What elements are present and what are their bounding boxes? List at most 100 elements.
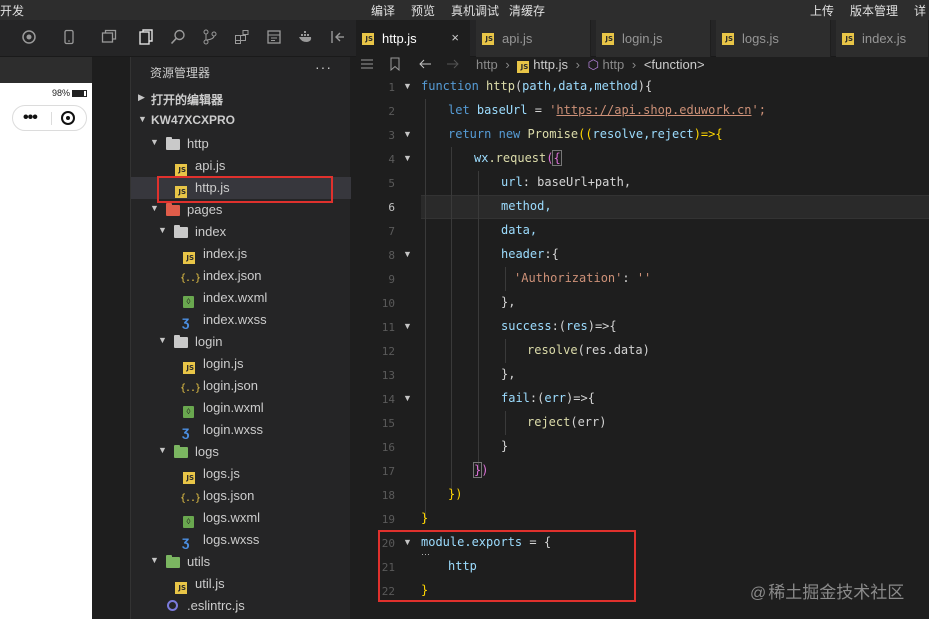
folder-icon (166, 203, 180, 216)
breadcrumb-item[interactable]: http (476, 57, 498, 72)
tree-folder-index[interactable]: ▼ index (131, 221, 351, 243)
record-icon[interactable] (21, 29, 37, 45)
js-file-icon: JS (602, 33, 614, 45)
menu-version-management[interactable]: 版本管理 (850, 2, 898, 19)
back-arrow-icon[interactable] (417, 57, 433, 73)
tree-file-login-wxss[interactable]: ʒ login.wxss (131, 419, 351, 441)
chevron-down-icon: ▼ (150, 203, 159, 213)
tree-file-login-wxml[interactable]: ◊ login.wxml (131, 397, 351, 419)
collapse-panel-icon[interactable] (330, 29, 346, 45)
fold-chevron-icon[interactable]: ▼ (403, 153, 412, 163)
code-line-16: } (501, 439, 509, 453)
code-line-5: url: baseUrl+path, (501, 175, 632, 189)
js-file-icon: JS (183, 472, 195, 484)
menu-remote-debug[interactable]: 真机调试 (451, 2, 499, 19)
tree-file-login-js[interactable]: JS login.js (131, 353, 351, 375)
list-icon[interactable] (359, 57, 375, 73)
battery-icon (72, 90, 87, 97)
tab-login-js[interactable]: JS login.js (596, 20, 711, 57)
source-control-icon[interactable] (202, 29, 218, 45)
js-file-icon: JS (722, 33, 734, 45)
forward-arrow-icon[interactable] (445, 57, 461, 73)
line-number: 18 (381, 489, 395, 502)
line-number: 16 (381, 441, 395, 454)
wxml-file-icon: ◊ (183, 516, 194, 528)
code-line-17: }) (472, 462, 489, 478)
tree-folder-http[interactable]: ▼ http (131, 133, 351, 155)
tab-logs-js[interactable]: JS logs.js (716, 20, 831, 57)
open-editors-section[interactable]: ▶ 打开的编辑器 (131, 88, 351, 110)
tree-file-logs-wxml[interactable]: ◊ logs.wxml (131, 507, 351, 529)
menu-clear-cache[interactable]: 清缓存 (509, 2, 545, 19)
menu-preview[interactable]: 预览 (411, 2, 435, 19)
explorer-icon[interactable] (138, 29, 154, 45)
tab-index-js[interactable]: JS index.js (836, 20, 929, 57)
tab-api-js[interactable]: JS api.js (476, 20, 591, 57)
docker-icon[interactable] (298, 29, 314, 45)
breadcrumb-item[interactable]: <function> (644, 57, 705, 72)
tree-file-index-json[interactable]: {..} index.json (131, 265, 351, 287)
mini-program-capsule: ••• (12, 105, 87, 131)
tree-file-logs-js[interactable]: JS logs.js (131, 463, 351, 485)
fold-chevron-icon[interactable]: ▼ (403, 321, 412, 331)
fold-chevron-icon[interactable]: ▼ (403, 249, 412, 259)
tree-folder-login[interactable]: ▼ login (131, 331, 351, 353)
code-line-7: data, (501, 223, 538, 237)
code-line-6: method, (501, 199, 552, 213)
code-line-10: }, (501, 295, 516, 309)
editor-nav-toolbar (351, 57, 459, 73)
chevron-right-icon: › (505, 57, 510, 72)
line-number: 17 (381, 465, 395, 478)
menu-dev[interactable]: 开发 (0, 2, 24, 19)
menu-compile[interactable]: 编译 (371, 2, 395, 19)
line-number: 15 (381, 417, 395, 430)
line-number: 7 (388, 225, 395, 238)
tree-file-logs-wxss[interactable]: ʒ logs.wxss (131, 529, 351, 551)
debug-icon[interactable] (266, 29, 282, 45)
js-file-icon: JS (842, 33, 854, 45)
code-line-9: 'Authorization': '' (514, 271, 652, 285)
json-file-icon: {..} (180, 383, 201, 394)
fold-chevron-icon[interactable]: ▼ (403, 81, 412, 91)
phone-icon[interactable] (61, 29, 77, 45)
window-icon[interactable] (101, 29, 117, 45)
eslint-file-icon (167, 600, 178, 611)
tree-folder-logs[interactable]: ▼ logs (131, 441, 351, 463)
menu-upload[interactable]: 上传 (810, 2, 834, 19)
breadcrumb-item[interactable]: http.js (533, 57, 568, 72)
project-section[interactable]: ▼ KW47XCXPRO (131, 110, 351, 132)
close-icon[interactable]: × (451, 30, 459, 45)
bookmark-icon[interactable] (387, 57, 403, 73)
fold-chevron-icon[interactable]: ▼ (403, 129, 412, 139)
tab-http-js[interactable]: JS http.js × (356, 20, 470, 57)
line-number: 3 (388, 129, 395, 142)
menu-details[interactable]: 详 (914, 2, 926, 19)
folder-icon (166, 137, 180, 150)
tree-folder-utils[interactable]: ▼ utils (131, 551, 351, 573)
line-number: 5 (388, 177, 395, 190)
more-actions-icon[interactable]: ··· (315, 59, 332, 75)
breadcrumb-item[interactable]: http (603, 57, 625, 72)
code-line-2: let baseUrl = 'https://api.shop.eduwork.… (448, 103, 766, 117)
more-options-icon[interactable]: ••• (23, 109, 38, 127)
tree-file-index-wxss[interactable]: ʒ index.wxss (131, 309, 351, 331)
close-program-icon[interactable] (61, 111, 75, 125)
tree-file-util-js[interactable]: JS util.js (131, 573, 351, 595)
line-number: 14 (381, 393, 395, 406)
wxss-file-icon: ʒ (182, 533, 190, 549)
tree-file-login-json[interactable]: {..} login.json (131, 375, 351, 397)
js-file-icon: JS (175, 164, 187, 176)
code-line-12: resolve(res.data) (527, 343, 650, 357)
extensions-icon[interactable] (234, 29, 250, 45)
search-icon[interactable] (170, 29, 186, 45)
fold-chevron-icon[interactable]: ▼ (403, 393, 412, 403)
line-number: 11 (381, 321, 395, 334)
js-file-icon: JS (517, 61, 530, 73)
tree-file-api-js[interactable]: JS api.js (131, 155, 351, 177)
line-number: 13 (381, 369, 395, 382)
wxss-file-icon: ʒ (182, 423, 190, 439)
tree-file-index-js[interactable]: JS index.js (131, 243, 351, 265)
tree-file-logs-json[interactable]: {..} logs.json (131, 485, 351, 507)
tree-file-index-wxml[interactable]: ◊ index.wxml (131, 287, 351, 309)
tree-file-eslintrc[interactable]: .eslintrc.js (131, 595, 351, 617)
